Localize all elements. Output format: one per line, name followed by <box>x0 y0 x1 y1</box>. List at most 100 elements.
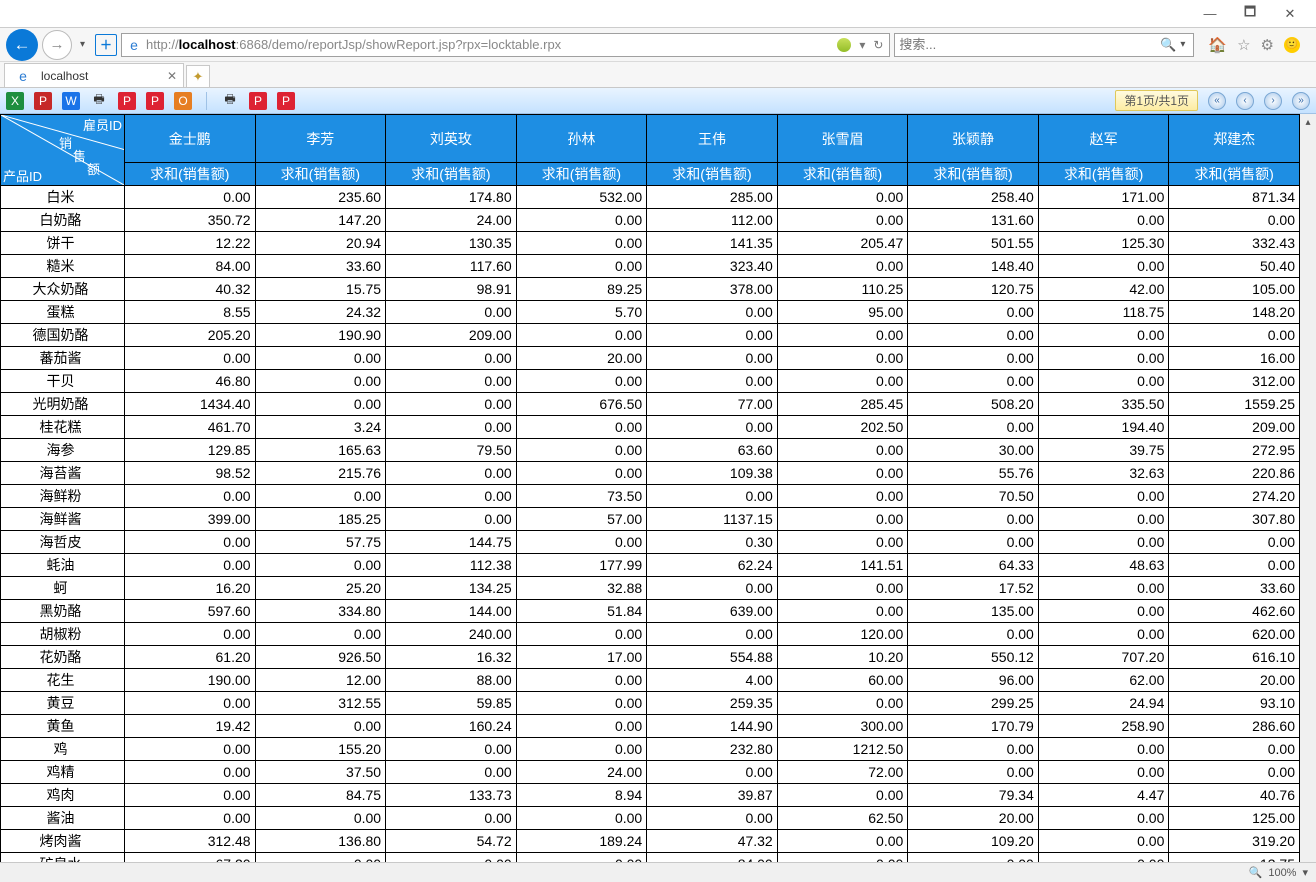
export-pdf2-icon[interactable]: P <box>118 92 136 110</box>
data-cell: 155.20 <box>255 738 386 761</box>
data-cell: 0.00 <box>1038 807 1169 830</box>
settings-icon[interactable]: ⚙ <box>1261 36 1274 54</box>
url-dropdown-icon[interactable]: ▾ <box>859 38 865 52</box>
data-cell: 307.80 <box>1169 508 1300 531</box>
data-cell: 98.91 <box>386 278 517 301</box>
favorites-icon[interactable]: ☆ <box>1237 36 1250 54</box>
row-header: 蛋糕 <box>1 301 125 324</box>
data-cell: 0.00 <box>1038 508 1169 531</box>
page-prev-button[interactable]: ‹ <box>1236 92 1254 110</box>
data-cell: 1137.15 <box>647 508 778 531</box>
data-cell: 0.00 <box>777 830 908 853</box>
data-cell: 0.00 <box>516 209 647 232</box>
data-cell: 0.00 <box>777 370 908 393</box>
data-cell: 0.00 <box>908 761 1039 784</box>
print2-icon[interactable]: 🖶 <box>221 92 239 110</box>
scroll-up-icon[interactable]: ▴ <box>1300 114 1316 130</box>
data-cell: 57.00 <box>516 508 647 531</box>
refresh-button[interactable]: ↻ <box>873 38 883 52</box>
data-cell: 0.00 <box>908 416 1039 439</box>
table-row: 饼干12.2220.94130.350.00141.35205.47501.55… <box>1 232 1300 255</box>
search-dropdown-icon[interactable]: ▾ <box>1176 39 1189 50</box>
export-pdf-icon[interactable]: P <box>34 92 52 110</box>
export-excel-icon[interactable]: X <box>6 92 24 110</box>
window-minimize-button[interactable]: — <box>1190 3 1230 25</box>
nav-history-dropdown[interactable]: ▾ <box>76 39 89 50</box>
row-header: 花奶酪 <box>1 646 125 669</box>
vertical-scrollbar[interactable]: ▴ <box>1300 114 1316 862</box>
data-cell: 350.72 <box>125 209 256 232</box>
add-site-button[interactable]: ＋ <box>95 34 117 56</box>
data-cell: 0.00 <box>386 853 517 863</box>
data-cell: 47.32 <box>647 830 778 853</box>
url-box[interactable]: e http://localhost:6868/demo/reportJsp/s… <box>121 33 890 57</box>
data-cell: 110.25 <box>777 278 908 301</box>
window-close-button[interactable]: ✕ <box>1270 3 1310 25</box>
page-indicator: 第1页/共1页 <box>1115 90 1198 111</box>
search-icon[interactable]: 🔍 <box>1156 37 1176 53</box>
data-cell: 461.70 <box>125 416 256 439</box>
data-cell: 147.20 <box>255 209 386 232</box>
tab-localhost[interactable]: e localhost ✕ <box>4 63 184 87</box>
data-cell: 5.70 <box>516 301 647 324</box>
corner-label-product: 产品ID <box>3 166 42 185</box>
nav-back-button[interactable]: ← <box>6 29 38 61</box>
table-row: 鸡肉0.0084.75133.738.9439.870.0079.344.474… <box>1 784 1300 807</box>
export-pdf4-icon[interactable]: P <box>249 92 267 110</box>
home-icon[interactable]: 🏠 <box>1208 36 1227 54</box>
data-cell: 378.00 <box>647 278 778 301</box>
export-pdf5-icon[interactable]: P <box>277 92 295 110</box>
tab-close-button[interactable]: ✕ <box>167 69 177 83</box>
new-tab-button[interactable]: ✦ <box>186 65 210 87</box>
report-viewport[interactable]: 雇员ID 销售额 产品ID 金士鹏 李芳 刘英玫 孙林 王伟 张雪眉 张颖静 赵… <box>0 114 1300 862</box>
url-input[interactable]: http://localhost:6868/demo/reportJsp/sho… <box>146 34 831 56</box>
export-word-icon[interactable]: W <box>62 92 80 110</box>
data-cell: 707.20 <box>1038 646 1169 669</box>
data-cell: 0.00 <box>647 416 778 439</box>
table-row: 海参129.85165.6379.500.0063.600.0030.0039.… <box>1 439 1300 462</box>
zoom-dropdown-icon[interactable]: ▾ <box>1302 866 1308 879</box>
data-cell: 24.32 <box>255 301 386 324</box>
print-icon[interactable]: 🖶 <box>90 92 108 110</box>
zoom-icon[interactable]: 🔍 <box>1249 866 1263 879</box>
data-cell: 0.00 <box>386 301 517 324</box>
search-box[interactable]: 🔍 ▾ <box>894 33 1194 57</box>
data-cell: 135.00 <box>908 600 1039 623</box>
feedback-icon[interactable]: 🙂 <box>1284 37 1300 53</box>
col-subheader: 求和(销售额) <box>516 163 647 186</box>
table-row: 白奶酪350.72147.2024.000.00112.000.00131.60… <box>1 209 1300 232</box>
data-cell: 0.00 <box>1169 738 1300 761</box>
col-header: 张雪眉 <box>777 115 908 163</box>
data-cell: 235.60 <box>255 186 386 209</box>
window-maximize-button[interactable]: 🗖 <box>1230 3 1270 25</box>
data-cell: 0.00 <box>908 738 1039 761</box>
data-cell: 112.00 <box>647 209 778 232</box>
nav-forward-button[interactable]: → <box>42 30 72 60</box>
data-cell: 0.00 <box>1169 761 1300 784</box>
data-cell: 33.60 <box>1169 577 1300 600</box>
data-cell: 194.40 <box>1038 416 1169 439</box>
toolbar-separator <box>206 92 207 110</box>
data-cell: 0.00 <box>1169 531 1300 554</box>
data-cell: 0.00 <box>1038 600 1169 623</box>
data-cell: 508.20 <box>908 393 1039 416</box>
col-header: 郑建杰 <box>1169 115 1300 163</box>
data-cell: 77.00 <box>647 393 778 416</box>
data-cell: 40.32 <box>125 278 256 301</box>
search-input[interactable] <box>899 37 1156 52</box>
data-cell: 0.00 <box>516 232 647 255</box>
data-cell: 24.94 <box>1038 692 1169 715</box>
page-next-button[interactable]: › <box>1264 92 1282 110</box>
data-cell: 0.00 <box>1038 485 1169 508</box>
page-first-button[interactable]: « <box>1208 92 1226 110</box>
export-pdf3-icon[interactable]: P <box>146 92 164 110</box>
data-cell: 12.00 <box>255 669 386 692</box>
row-header: 胡椒粉 <box>1 623 125 646</box>
data-cell: 0.00 <box>1169 209 1300 232</box>
data-cell: 597.60 <box>125 600 256 623</box>
data-cell: 67.20 <box>125 853 256 863</box>
data-cell: 144.90 <box>647 715 778 738</box>
data-cell: 8.94 <box>516 784 647 807</box>
page-last-button[interactable]: » <box>1292 92 1310 110</box>
export-presentation-icon[interactable]: O <box>174 92 192 110</box>
